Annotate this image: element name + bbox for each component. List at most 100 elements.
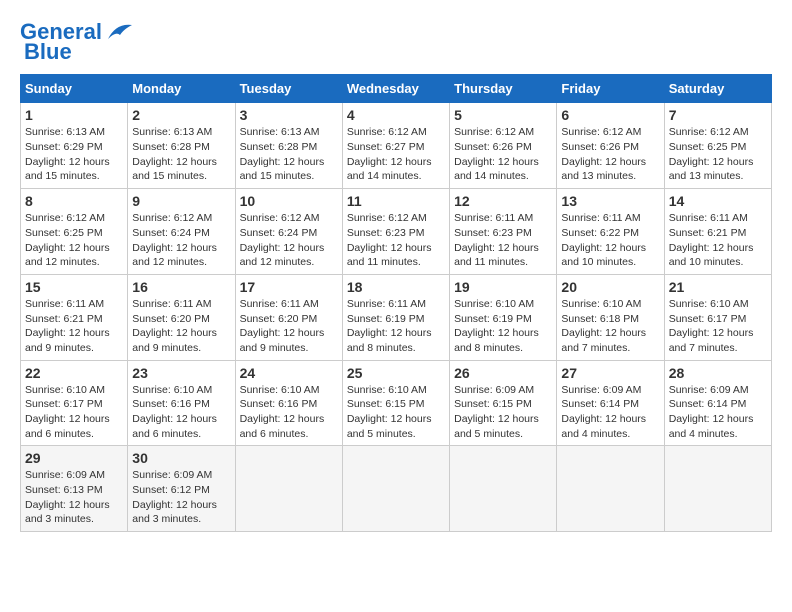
day-info: Sunrise: 6:13 AMSunset: 6:28 PMDaylight:…: [240, 125, 338, 184]
header-saturday: Saturday: [664, 75, 771, 103]
calendar-week-row: 29 Sunrise: 6:09 AMSunset: 6:13 PMDayligh…: [21, 446, 772, 532]
calendar-day-cell: 25Sunrise: 6:10 AMSunset: 6:15 PMDayligh…: [342, 360, 449, 446]
calendar-day-cell: 23 Sunrise: 6:10 AMSunset: 6:16 PMDayligh…: [128, 360, 235, 446]
empty-cell: [664, 446, 771, 532]
calendar-day-cell: 18 Sunrise: 6:11 AMSunset: 6:19 PMDayligh…: [342, 274, 449, 360]
day-info: Sunrise: 6:12 AMSunset: 6:23 PMDaylight:…: [347, 211, 445, 270]
day-number: 25: [347, 365, 445, 381]
day-number: 7: [669, 107, 767, 123]
day-number: 12: [454, 193, 552, 209]
day-number: 27: [561, 365, 659, 381]
calendar-day-cell: 5Sunrise: 6:12 AMSunset: 6:26 PMDaylight…: [450, 103, 557, 189]
calendar-week-row: 8Sunrise: 6:12 AMSunset: 6:25 PMDaylight…: [21, 189, 772, 275]
day-number: 17: [240, 279, 338, 295]
day-info: Sunrise: 6:13 AMSunset: 6:28 PMDaylight:…: [132, 125, 230, 184]
calendar-day-cell: 14 Sunrise: 6:11 AMSunset: 6:21 PMDayligh…: [664, 189, 771, 275]
day-info: Sunrise: 6:11 AMSunset: 6:20 PMDaylight:…: [240, 297, 338, 356]
calendar-table: SundayMondayTuesdayWednesdayThursdayFrid…: [20, 74, 772, 532]
empty-cell: [342, 446, 449, 532]
calendar-day-cell: 3 Sunrise: 6:13 AMSunset: 6:28 PMDaylight…: [235, 103, 342, 189]
calendar-day-cell: 15Sunrise: 6:11 AMSunset: 6:21 PMDayligh…: [21, 274, 128, 360]
calendar-day-cell: 9 Sunrise: 6:12 AMSunset: 6:24 PMDaylight…: [128, 189, 235, 275]
day-number: 19: [454, 279, 552, 295]
calendar-day-cell: 17 Sunrise: 6:11 AMSunset: 6:20 PMDayligh…: [235, 274, 342, 360]
calendar-day-cell: 2 Sunrise: 6:13 AMSunset: 6:28 PMDaylight…: [128, 103, 235, 189]
calendar-day-cell: 8Sunrise: 6:12 AMSunset: 6:25 PMDaylight…: [21, 189, 128, 275]
day-number: 24: [240, 365, 338, 381]
day-info: Sunrise: 6:12 AMSunset: 6:25 PMDaylight:…: [669, 125, 767, 184]
day-info: Sunrise: 6:11 AMSunset: 6:23 PMDaylight:…: [454, 211, 552, 270]
day-info: Sunrise: 6:13 AMSunset: 6:29 PMDaylight:…: [25, 125, 123, 184]
calendar-week-row: 15Sunrise: 6:11 AMSunset: 6:21 PMDayligh…: [21, 274, 772, 360]
day-number: 28: [669, 365, 767, 381]
day-number: 4: [347, 107, 445, 123]
calendar-day-cell: 12 Sunrise: 6:11 AMSunset: 6:23 PMDayligh…: [450, 189, 557, 275]
day-number: 2: [132, 107, 230, 123]
day-number: 9: [132, 193, 230, 209]
calendar-day-cell: 16 Sunrise: 6:11 AMSunset: 6:20 PMDayligh…: [128, 274, 235, 360]
day-info: Sunrise: 6:10 AMSunset: 6:17 PMDaylight:…: [669, 297, 767, 356]
day-number: 10: [240, 193, 338, 209]
day-info: Sunrise: 6:12 AMSunset: 6:24 PMDaylight:…: [240, 211, 338, 270]
empty-cell: [235, 446, 342, 532]
day-number: 20: [561, 279, 659, 295]
day-info: Sunrise: 6:10 AMSunset: 6:18 PMDaylight:…: [561, 297, 659, 356]
calendar-day-cell: 27 Sunrise: 6:09 AMSunset: 6:14 PMDayligh…: [557, 360, 664, 446]
day-number: 6: [561, 107, 659, 123]
calendar-day-cell: 20 Sunrise: 6:10 AMSunset: 6:18 PMDayligh…: [557, 274, 664, 360]
header-tuesday: Tuesday: [235, 75, 342, 103]
header-friday: Friday: [557, 75, 664, 103]
day-info: Sunrise: 6:11 AMSunset: 6:19 PMDaylight:…: [347, 297, 445, 356]
day-info: Sunrise: 6:09 AMSunset: 6:15 PMDaylight:…: [454, 383, 552, 442]
day-info: Sunrise: 6:11 AMSunset: 6:21 PMDaylight:…: [669, 211, 767, 270]
day-number: 14: [669, 193, 767, 209]
empty-cell: [557, 446, 664, 532]
calendar-day-cell: 1 Sunrise: 6:13 AMSunset: 6:29 PMDaylight…: [21, 103, 128, 189]
day-info: Sunrise: 6:10 AMSunset: 6:16 PMDaylight:…: [132, 383, 230, 442]
day-number: 1: [25, 107, 123, 123]
page-header: General Blue: [20, 20, 772, 64]
calendar-day-cell: 7 Sunrise: 6:12 AMSunset: 6:25 PMDaylight…: [664, 103, 771, 189]
calendar-day-cell: 21Sunrise: 6:10 AMSunset: 6:17 PMDayligh…: [664, 274, 771, 360]
day-info: Sunrise: 6:11 AMSunset: 6:20 PMDaylight:…: [132, 297, 230, 356]
logo-bird-icon: [104, 21, 136, 43]
day-info: Sunrise: 6:12 AMSunset: 6:26 PMDaylight:…: [561, 125, 659, 184]
calendar-day-cell: 4 Sunrise: 6:12 AMSunset: 6:27 PMDaylight…: [342, 103, 449, 189]
day-number: 16: [132, 279, 230, 295]
day-number: 18: [347, 279, 445, 295]
calendar-week-row: 1 Sunrise: 6:13 AMSunset: 6:29 PMDaylight…: [21, 103, 772, 189]
calendar-day-cell: 22 Sunrise: 6:10 AMSunset: 6:17 PMDayligh…: [21, 360, 128, 446]
day-info: Sunrise: 6:09 AMSunset: 6:14 PMDaylight:…: [561, 383, 659, 442]
day-number: 3: [240, 107, 338, 123]
day-number: 11: [347, 193, 445, 209]
day-number: 26: [454, 365, 552, 381]
day-info: Sunrise: 6:12 AMSunset: 6:26 PMDaylight:…: [454, 125, 552, 184]
day-info: Sunrise: 6:11 AMSunset: 6:22 PMDaylight:…: [561, 211, 659, 270]
empty-cell: [450, 446, 557, 532]
calendar-week-row: 22 Sunrise: 6:10 AMSunset: 6:17 PMDayligh…: [21, 360, 772, 446]
day-number: 29: [25, 450, 123, 466]
calendar-day-cell: 13 Sunrise: 6:11 AMSunset: 6:22 PMDayligh…: [557, 189, 664, 275]
day-info: Sunrise: 6:09 AMSunset: 6:12 PMDaylight:…: [132, 468, 230, 527]
header-monday: Monday: [128, 75, 235, 103]
calendar-day-cell: 24 Sunrise: 6:10 AMSunset: 6:16 PMDayligh…: [235, 360, 342, 446]
day-number: 23: [132, 365, 230, 381]
day-info: Sunrise: 6:12 AMSunset: 6:24 PMDaylight:…: [132, 211, 230, 270]
calendar-day-cell: 19Sunrise: 6:10 AMSunset: 6:19 PMDayligh…: [450, 274, 557, 360]
calendar-day-cell: 26 Sunrise: 6:09 AMSunset: 6:15 PMDayligh…: [450, 360, 557, 446]
day-number: 13: [561, 193, 659, 209]
day-number: 30: [132, 450, 230, 466]
logo-blue-text: Blue: [24, 39, 72, 64]
day-info: Sunrise: 6:10 AMSunset: 6:16 PMDaylight:…: [240, 383, 338, 442]
day-info: Sunrise: 6:09 AMSunset: 6:13 PMDaylight:…: [25, 468, 123, 527]
day-info: Sunrise: 6:09 AMSunset: 6:14 PMDaylight:…: [669, 383, 767, 442]
calendar-day-cell: 11 Sunrise: 6:12 AMSunset: 6:23 PMDayligh…: [342, 189, 449, 275]
header-sunday: Sunday: [21, 75, 128, 103]
calendar-day-cell: 10 Sunrise: 6:12 AMSunset: 6:24 PMDayligh…: [235, 189, 342, 275]
calendar-day-cell: 28 Sunrise: 6:09 AMSunset: 6:14 PMDayligh…: [664, 360, 771, 446]
calendar-day-cell: 6 Sunrise: 6:12 AMSunset: 6:26 PMDaylight…: [557, 103, 664, 189]
day-info: Sunrise: 6:10 AMSunset: 6:17 PMDaylight:…: [25, 383, 123, 442]
day-info: Sunrise: 6:12 AMSunset: 6:27 PMDaylight:…: [347, 125, 445, 184]
header-thursday: Thursday: [450, 75, 557, 103]
day-number: 22: [25, 365, 123, 381]
